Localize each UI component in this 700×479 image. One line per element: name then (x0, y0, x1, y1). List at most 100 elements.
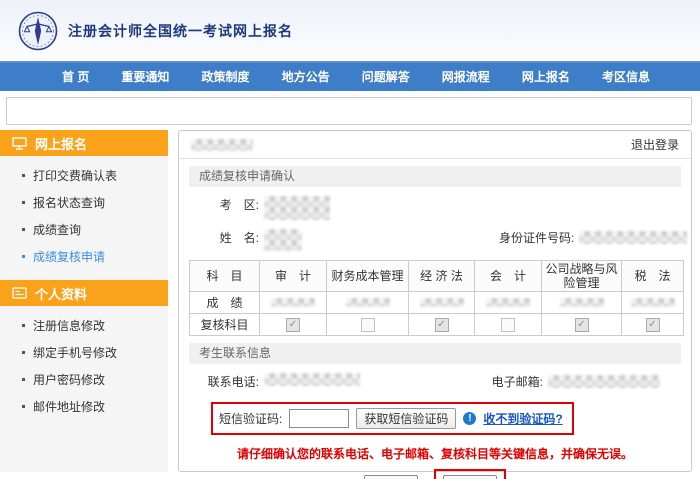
table-header-accounting: 会 计 (475, 261, 542, 292)
phone-label: 联系电话: (179, 373, 259, 390)
sidebar-item-password-edit[interactable]: 用户密码修改 (0, 366, 168, 393)
id-card-icon (12, 287, 27, 299)
nav-item-registration-process[interactable]: 网报流程 (442, 68, 490, 85)
exam-area-label: 考 区: (179, 196, 259, 213)
table-header-financial-cost-mgmt: 财务成本管理 (327, 261, 409, 292)
review-checkbox-strategy-risk[interactable]: ✓ (575, 318, 589, 332)
review-cell (327, 314, 409, 336)
table-header-tax-law: 税 法 (622, 261, 684, 292)
score-cell (542, 292, 622, 314)
review-checkbox-audit[interactable]: ✓ (286, 318, 300, 332)
notice-box (6, 97, 692, 125)
review-checkbox-economic-law[interactable]: ✓ (435, 318, 449, 332)
monitor-icon (12, 137, 27, 150)
sidebar-section-title: 网上报名 (35, 134, 87, 153)
sidebar-list-registration: 打印交费确认表 报名状态查询 成绩查询 成绩复核申请 (0, 162, 168, 270)
redacted-score (486, 298, 530, 307)
score-row: 成 绩 (190, 292, 684, 314)
sidebar-item-print-payment-confirmation[interactable]: 打印交费确认表 (0, 162, 168, 189)
nav-item-online-registration[interactable]: 网上报名 (522, 68, 570, 85)
step-buttons-row: 上一步 下一步 (179, 469, 691, 479)
nav-item-local-announcements[interactable]: 地方公告 (282, 68, 330, 85)
redacted-score (271, 298, 315, 307)
next-step-button[interactable]: 下一步 (443, 475, 497, 479)
nav-item-home[interactable]: 首 页 (62, 68, 89, 85)
table-header-economic-law: 经 济 法 (409, 261, 475, 292)
redacted-phone (264, 373, 360, 386)
id-number-group: 身份证件号码: (499, 229, 687, 246)
table-header-subject: 科 目 (190, 261, 260, 292)
score-review-table: 科 目 审 计 财务成本管理 经 济 法 会 计 公司战略与风险管理 税 法 成… (189, 260, 684, 336)
score-cell (409, 292, 475, 314)
review-row-label: 复核科目 (190, 314, 260, 336)
info-icon: ! (463, 412, 476, 425)
review-cell (475, 314, 542, 336)
nav-item-important-notices[interactable]: 重要通知 (121, 68, 169, 85)
page: 注册会计师全国统一考试网上报名 首 页 重要通知 政策制度 地方公告 问题解答 … (0, 0, 700, 479)
id-number-label: 身份证件号码: (499, 229, 574, 246)
redacted-name (264, 229, 302, 251)
table-header-audit: 审 计 (260, 261, 327, 292)
name-id-row: 姓 名: 身份证件号码: (179, 229, 691, 251)
section-title-review-confirmation: 成绩复核申请确认 (189, 166, 681, 187)
redacted-username (191, 139, 253, 151)
next-step-highlight-box: 下一步 (434, 469, 506, 479)
sms-code-label: 短信验证码: (219, 410, 282, 427)
review-cell: ✓ (542, 314, 622, 336)
get-sms-code-button[interactable]: 获取短信验证码 (356, 408, 456, 429)
score-cell (327, 292, 409, 314)
sidebar-item-score-review-application[interactable]: 成绩复核申请 (0, 243, 168, 270)
sidebar-item-email-edit[interactable]: 邮件地址修改 (0, 393, 168, 420)
sidebar-item-bind-phone-edit[interactable]: 绑定手机号修改 (0, 339, 168, 366)
sidebar-section-title: 个人资料 (35, 284, 87, 303)
score-row-label: 成 绩 (190, 292, 260, 314)
name-label: 姓 名: (179, 229, 259, 246)
content-panel: 退出登录 成绩复核申请确认 考 区: 姓 名: 身份证件号码: 科 目 审 计 … (178, 130, 692, 472)
no-code-link[interactable]: 收不到验证码? (483, 410, 562, 427)
review-cell: ✓ (260, 314, 327, 336)
review-cell: ✓ (622, 314, 684, 336)
confirmation-warning: 请仔细确认您的联系电话、电子邮箱、复核科目等关键信息，并确保无误。 (179, 445, 691, 462)
review-subject-row: 复核科目 ✓ ✓ ✓ ✓ (190, 314, 684, 336)
redacted-id-number (579, 231, 687, 244)
review-checkbox-accounting[interactable] (501, 318, 515, 332)
main-nav: 首 页 重要通知 政策制度 地方公告 问题解答 网报流程 网上报名 考区信息 (0, 61, 700, 91)
sidebar-section-personal-info: 个人资料 (0, 280, 168, 306)
sidebar-list-personal: 注册信息修改 绑定手机号修改 用户密码修改 邮件地址修改 (0, 312, 168, 420)
sidebar-section-online-registration: 网上报名 (0, 130, 168, 156)
table-header-row: 科 目 审 计 财务成本管理 经 济 法 会 计 公司战略与风险管理 税 法 (190, 261, 684, 292)
sidebar: 网上报名 打印交费确认表 报名状态查询 成绩查询 成绩复核申请 个人资料 注册信… (0, 130, 168, 472)
redacted-score (560, 298, 604, 307)
previous-step-button[interactable]: 上一步 (364, 475, 418, 479)
redacted-score (420, 298, 464, 307)
section-title-contact-info: 考生联系信息 (189, 343, 681, 364)
contact-row: 联系电话: 电子邮箱: (179, 373, 691, 390)
table-header-strategy-risk: 公司战略与风险管理 (542, 261, 622, 292)
user-row: 退出登录 (179, 131, 691, 159)
site-title: 注册会计师全国统一考试网上报名 (68, 21, 293, 41)
review-checkbox-tax-law[interactable]: ✓ (646, 318, 660, 332)
review-checkbox-financial-cost-mgmt[interactable] (361, 318, 375, 332)
redacted-score (346, 298, 390, 307)
cpa-seal-logo (18, 11, 58, 51)
nav-item-policies[interactable]: 政策制度 (202, 68, 250, 85)
exam-area-row: 考 区: (179, 196, 691, 220)
score-cell (260, 292, 327, 314)
site-header: 注册会计师全国统一考试网上报名 (0, 0, 700, 61)
nav-item-exam-area-info[interactable]: 考区信息 (602, 68, 650, 85)
score-cell (622, 292, 684, 314)
sidebar-item-register-info-edit[interactable]: 注册信息修改 (0, 312, 168, 339)
email-group: 电子邮箱: (468, 373, 660, 390)
sidebar-item-score-query[interactable]: 成绩查询 (0, 216, 168, 243)
sms-code-input[interactable] (289, 409, 349, 428)
redacted-email (548, 375, 660, 388)
score-cell (475, 292, 542, 314)
redacted-score (631, 298, 675, 307)
logout-link[interactable]: 退出登录 (631, 136, 679, 153)
review-cell: ✓ (409, 314, 475, 336)
redacted-exam-area (264, 196, 330, 220)
sidebar-item-registration-status-query[interactable]: 报名状态查询 (0, 189, 168, 216)
sms-verification-box: 短信验证码: 获取短信验证码 ! 收不到验证码? (211, 402, 574, 435)
nav-item-faq[interactable]: 问题解答 (362, 68, 410, 85)
email-label: 电子邮箱: (468, 373, 543, 390)
